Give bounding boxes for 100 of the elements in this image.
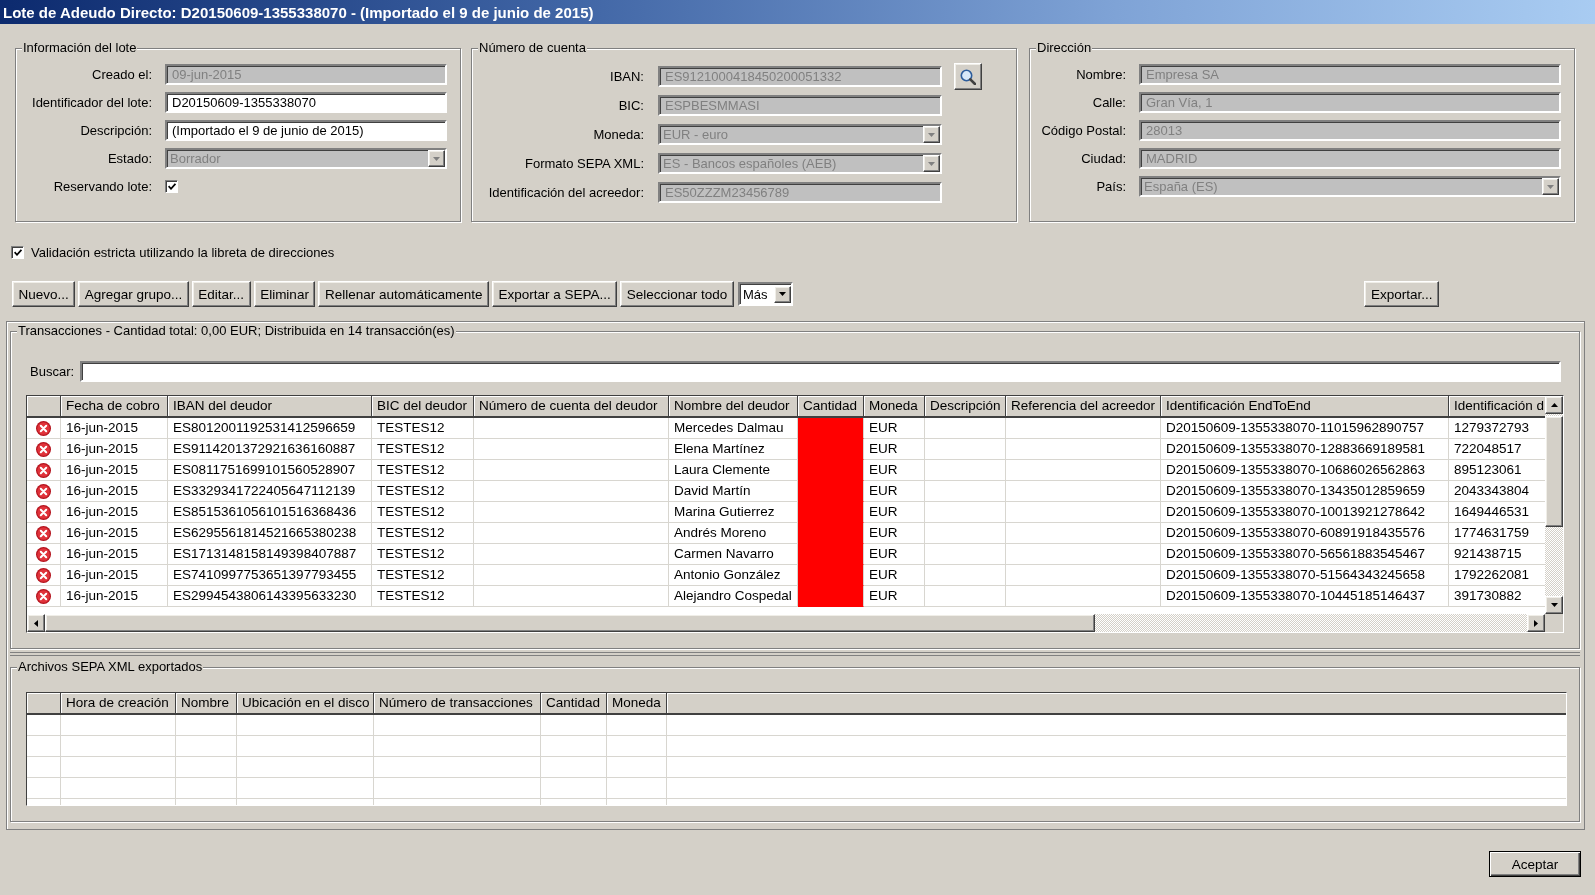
column-header[interactable]: Referencia del acreedor [1006, 396, 1161, 416]
field-label: BIC: [617, 97, 644, 115]
table-cell: TESTES12 [372, 439, 474, 460]
table-cell: 16-jun-2015 [61, 418, 168, 439]
table-cell: EUR [864, 460, 925, 481]
ok-button[interactable]: Aceptar [1489, 851, 1581, 877]
toolbar-button[interactable]: Exportar a SEPA... [492, 281, 618, 307]
field-label: IBAN: [609, 68, 644, 86]
up-arrow-icon [1550, 403, 1558, 407]
table-cell: EUR [864, 418, 925, 439]
column-header[interactable]: Identificación d [1449, 396, 1545, 416]
table-cell: EUR [864, 586, 925, 607]
field-label: Nombre: [1075, 66, 1126, 84]
scroll-left-button[interactable] [27, 614, 45, 632]
table-cell: 16-jun-2015 [61, 502, 168, 523]
text-field[interactable]: D20150609-1355338070 [165, 92, 447, 113]
table-cell: ES3329341722405647112139 [168, 481, 372, 502]
column-header[interactable] [27, 693, 61, 713]
checkbox-label[interactable]: Validación estricta utilizando la libreta de direcciones [31, 245, 335, 260]
table-cell: D20150609-1355338070-13435012859659 [1161, 481, 1449, 502]
vertical-scrollbar[interactable] [1545, 396, 1563, 614]
table-cell: D20150609-1355338070-56561883545467 [1161, 544, 1449, 565]
field-label: Identificador del lote: [31, 94, 152, 112]
column-header[interactable] [27, 396, 61, 416]
field-label: Moneda: [592, 126, 644, 144]
table-cell: TESTES12 [372, 460, 474, 481]
text-field[interactable]: (Importado el 9 de junio de 2015) [165, 120, 447, 141]
field-label: Identificación del acreedor: [487, 184, 644, 202]
field-label: Creado el: [91, 66, 152, 84]
table-cell: D20150609-1355338070-60891918435576 [1161, 523, 1449, 544]
column-header[interactable]: Moneda [607, 693, 667, 713]
table-cell: ES1713148158149398407887 [168, 544, 372, 565]
table-cell: EUR [864, 523, 925, 544]
column-header[interactable]: Identificación EndToEnd [1161, 396, 1449, 416]
column-header[interactable]: Ubicación en el disco [237, 693, 374, 713]
toolbar-button[interactable]: Editar... [191, 281, 251, 307]
caret-icon [928, 161, 935, 166]
scrollbar-thumb[interactable] [45, 614, 1095, 632]
column-header[interactable]: Número de cuenta del deudor [474, 396, 669, 416]
table-cell: TESTES12 [372, 586, 474, 607]
column-header[interactable]: Hora de creación [61, 693, 176, 713]
column-header[interactable]: Nombre [176, 693, 237, 713]
column-header[interactable]: Fecha de cobro [61, 396, 168, 416]
column-header[interactable]: Cantidad [541, 693, 607, 713]
field-label: Estado: [106, 150, 152, 168]
column-header[interactable]: Nombre del deudor [669, 396, 798, 416]
field-label: Reservando lote: [52, 178, 152, 196]
column-header[interactable]: Número de transacciones [374, 693, 541, 713]
field-label: Buscar: [30, 364, 75, 379]
table-cell: ES7410997753651397793455 [168, 565, 372, 586]
table-cell [607, 757, 667, 778]
scroll-up-button[interactable] [1545, 396, 1563, 414]
table-cell: 16-jun-2015 [61, 586, 168, 607]
table-cell: TESTES12 [372, 565, 474, 586]
table-cell [176, 736, 237, 757]
toolbar-button[interactable]: Seleccionar todo [620, 281, 734, 307]
caret-icon [928, 132, 935, 137]
dropdown[interactable]: Más [737, 282, 793, 306]
column-header[interactable]: BIC del deudor [372, 396, 474, 416]
table-cell: 16-jun-2015 [61, 544, 168, 565]
table-cell: ES8515361056101516368436 [168, 502, 372, 523]
caret-icon [1547, 184, 1554, 189]
table-cell: EUR [864, 502, 925, 523]
checkmark-icon [167, 183, 176, 190]
table-cell: ES6295561814521665380238 [168, 523, 372, 544]
dropdown-button[interactable] [773, 285, 791, 303]
checkbox[interactable] [165, 180, 178, 193]
toolbar-button[interactable]: Agregar grupo... [78, 281, 189, 307]
toolbar-button[interactable]: Nuevo... [12, 281, 76, 307]
toolbar-button[interactable]: Rellenar automáticamente [318, 281, 489, 307]
column-header[interactable]: Moneda [864, 396, 925, 416]
table-cell [541, 736, 607, 757]
column-header[interactable]: Cantidad [798, 396, 864, 416]
table-cell: 16-jun-2015 [61, 565, 168, 586]
search-field[interactable] [80, 361, 1561, 382]
horizontal-scrollbar[interactable] [27, 614, 1545, 632]
column-header[interactable]: Descripción [925, 396, 1006, 416]
scroll-right-button[interactable] [1527, 614, 1545, 632]
table-cell: ES9114201372921636160887 [168, 439, 372, 460]
search-button[interactable] [954, 63, 982, 90]
caret-icon [433, 156, 440, 161]
table-cell: 16-jun-2015 [61, 460, 168, 481]
scroll-down-button[interactable] [1545, 596, 1563, 614]
table-cell: 16-jun-2015 [61, 481, 168, 502]
table-cell: D20150609-1355338070-10445185146437 [1161, 586, 1449, 607]
toolbar-button[interactable]: Eliminar [253, 281, 316, 307]
table-cell: EUR [864, 481, 925, 502]
table-cell [607, 778, 667, 799]
table-cell: D20150609-1355338070-51564343245658 [1161, 565, 1449, 586]
checkbox[interactable] [11, 246, 24, 259]
scrollbar-thumb[interactable] [1545, 416, 1563, 527]
column-header[interactable]: IBAN del deudor [168, 396, 372, 416]
field-label: Código Postal: [1040, 122, 1126, 140]
caret-icon [778, 292, 786, 296]
table-cell [176, 757, 237, 778]
table-cell: D20150609-1355338070-10686026562863 [1161, 460, 1449, 481]
field-label: Descripción: [79, 122, 152, 140]
table-cell: TESTES12 [372, 418, 474, 439]
toolbar-button[interactable]: Exportar... [1364, 281, 1439, 307]
table-cell [541, 778, 607, 799]
